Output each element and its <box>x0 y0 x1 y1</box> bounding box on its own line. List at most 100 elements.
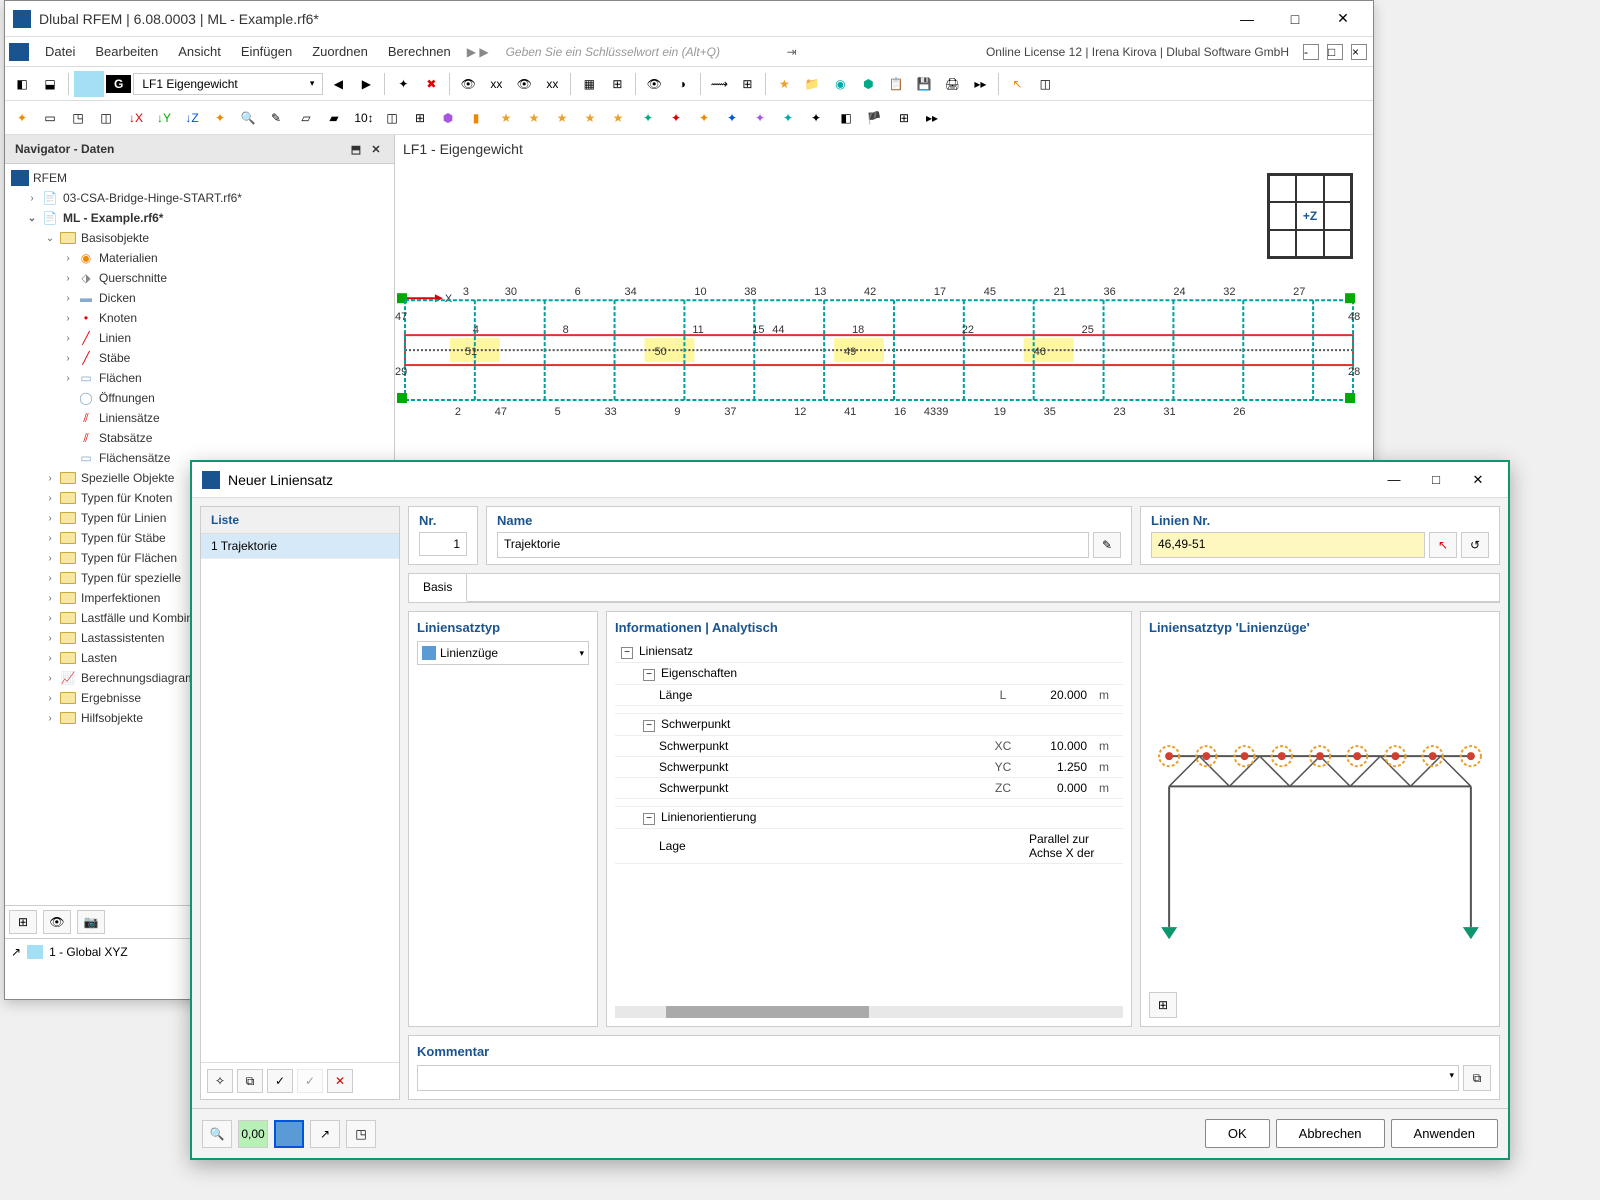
tool-icon[interactable]: ★ <box>605 105 631 131</box>
tree-item[interactable]: ›▬Dicken <box>7 288 392 308</box>
next-icon[interactable]: ▶ <box>353 71 379 97</box>
dialog-min-icon[interactable]: — <box>1374 466 1414 494</box>
tool-icon[interactable]: 👁 <box>511 71 537 97</box>
tab-basis[interactable]: Basis <box>409 574 467 602</box>
name-edit-icon[interactable]: ✎ <box>1093 532 1121 558</box>
pin-icon[interactable]: ⬒ <box>348 141 364 157</box>
dialog-close-icon[interactable]: ✕ <box>1458 466 1498 494</box>
tool-icon[interactable]: 📁 <box>799 71 825 97</box>
tool-icon[interactable]: xx <box>539 71 565 97</box>
nav-tab-data-icon[interactable]: ⊞ <box>9 910 37 934</box>
prev-icon[interactable]: ◀ <box>325 71 351 97</box>
tree-item[interactable]: ◯Öffnungen <box>7 388 392 408</box>
tool-icon[interactable]: ✎ <box>263 105 289 131</box>
nav-tab-eye-icon[interactable]: 👁 <box>43 910 71 934</box>
menu-datei[interactable]: Datei <box>37 40 83 63</box>
mdi-close-icon[interactable]: × <box>1351 44 1367 60</box>
tool-icon[interactable]: ✦ <box>803 105 829 131</box>
tree-item[interactable]: ›╱Stäbe <box>7 348 392 368</box>
cancel-button[interactable]: Abbrechen <box>1276 1119 1385 1148</box>
keyword-search[interactable]: Geben Sie ein Schlüsselwort ein (Alt+Q) <box>497 41 777 63</box>
tree-item[interactable]: ›╱Linien <box>7 328 392 348</box>
tool-icon[interactable]: ★ <box>771 71 797 97</box>
minimize-button[interactable]: — <box>1225 4 1269 34</box>
tool-icon[interactable]: ★ <box>577 105 603 131</box>
nr-input[interactable]: 1 <box>419 532 467 556</box>
tool-icon[interactable]: ✦ <box>663 105 689 131</box>
list-uncheck-icon[interactable]: ✓ <box>297 1069 323 1093</box>
lines-input[interactable]: 46,49-51 <box>1151 532 1425 558</box>
tool-icon[interactable]: ⊞ <box>734 71 760 97</box>
search-go-icon[interactable]: ⇥ <box>781 45 803 59</box>
tool-icon[interactable] <box>74 71 104 97</box>
view-icon[interactable]: ◳ <box>346 1120 376 1148</box>
dialog-max-icon[interactable]: □ <box>1416 466 1456 494</box>
tool-icon[interactable]: ✖ <box>418 71 444 97</box>
tool-icon[interactable]: 🔍 <box>235 105 261 131</box>
tool-icon[interactable]: ◳ <box>65 105 91 131</box>
menu-ansicht[interactable]: Ansicht <box>170 40 229 63</box>
name-input[interactable]: Trajektorie <box>497 532 1089 558</box>
tool-icon[interactable]: 💾 <box>911 71 937 97</box>
coord-label[interactable]: 1 - Global XYZ <box>49 945 128 959</box>
axis-x-icon[interactable]: ↓X <box>123 105 149 131</box>
color-icon[interactable] <box>274 1120 304 1148</box>
tool-icon[interactable]: ◫ <box>379 105 405 131</box>
help-icon[interactable]: 🔍 <box>202 1120 232 1148</box>
tool-icon[interactable]: ⬓ <box>37 71 63 97</box>
close-button[interactable]: ✕ <box>1321 4 1365 34</box>
units-icon[interactable]: 0,00 <box>238 1120 268 1148</box>
reverse-icon[interactable]: ↺ <box>1461 532 1489 558</box>
tool-icon[interactable]: ✦ <box>207 105 233 131</box>
tool-icon[interactable]: ✦ <box>9 105 35 131</box>
ok-button[interactable]: OK <box>1205 1119 1270 1148</box>
mdi-max-icon[interactable]: □ <box>1327 44 1343 60</box>
mdi-min-icon[interactable]: - <box>1303 44 1319 60</box>
tree-item[interactable]: ⫽Stabsätze <box>7 428 392 448</box>
tool-icon[interactable]: ⊞ <box>407 105 433 131</box>
comment-input[interactable]: ▾ <box>417 1065 1459 1091</box>
tool-icon[interactable]: 🏴 <box>861 105 887 131</box>
tree-file[interactable]: ›📄03-CSA-Bridge-Hinge-START.rf6* <box>7 188 392 208</box>
tool-icon[interactable]: ★ <box>521 105 547 131</box>
list-delete-icon[interactable]: ✕ <box>327 1069 353 1093</box>
tool-icon[interactable]: ✦ <box>390 71 416 97</box>
menu-zuordnen[interactable]: Zuordnen <box>304 40 376 63</box>
preview-tool-icon[interactable]: ⊞ <box>1149 992 1177 1018</box>
tool-icon[interactable]: ✦ <box>719 105 745 131</box>
tool-icon[interactable]: 10↕ <box>351 105 377 131</box>
menu-berechnen[interactable]: Berechnen <box>380 40 459 63</box>
tool-icon[interactable]: ◧ <box>9 71 35 97</box>
tool-icon[interactable]: ▮ <box>463 105 489 131</box>
tree-root[interactable]: RFEM <box>7 168 392 188</box>
apply-button[interactable]: Anwenden <box>1391 1119 1498 1148</box>
tool-icon[interactable]: 🖨 <box>939 71 965 97</box>
tree-item[interactable]: ›⬗Querschnitte <box>7 268 392 288</box>
tool-icon[interactable]: 📋 <box>883 71 909 97</box>
tree-basisobjekte[interactable]: ⌄Basisobjekte <box>7 228 392 248</box>
tree-file-active[interactable]: ⌄📄ML - Example.rf6* <box>7 208 392 228</box>
tool-icon[interactable]: 👁 <box>641 71 667 97</box>
axes-icon[interactable]: ↗ <box>310 1120 340 1148</box>
menu-bearbeiten[interactable]: Bearbeiten <box>87 40 166 63</box>
tree-liniensaetze[interactable]: ⫽Liniensätze <box>7 408 392 428</box>
tool-icon[interactable]: ⬢ <box>855 71 881 97</box>
tool-icon[interactable]: ▦ <box>576 71 602 97</box>
tool-icon[interactable]: ◉ <box>827 71 853 97</box>
loadcase-select[interactable]: LF1 Eigengewicht ▾ <box>133 73 323 95</box>
tool-icon[interactable]: ▰ <box>321 105 347 131</box>
axis-cube[interactable]: +Z <box>1267 173 1353 259</box>
tool-icon[interactable]: xx <box>483 71 509 97</box>
axis-z-icon[interactable]: ↓Z <box>179 105 205 131</box>
overflow-icon[interactable]: ▸▸ <box>919 105 945 131</box>
tool-icon[interactable]: ▱ <box>293 105 319 131</box>
maximize-button[interactable]: □ <box>1273 4 1317 34</box>
list-copy-icon[interactable]: ⧉ <box>237 1069 263 1093</box>
tool-icon[interactable]: ★ <box>493 105 519 131</box>
overflow-icon[interactable]: ▸▸ <box>967 71 993 97</box>
comment-lib-icon[interactable]: ⧉ <box>1463 1065 1491 1091</box>
scrollbar-h[interactable] <box>666 1006 869 1018</box>
list-row[interactable]: 1 Trajektorie <box>201 534 399 559</box>
tool-icon[interactable]: 👁 <box>455 71 481 97</box>
menu-einfuegen[interactable]: Einfügen <box>233 40 300 63</box>
